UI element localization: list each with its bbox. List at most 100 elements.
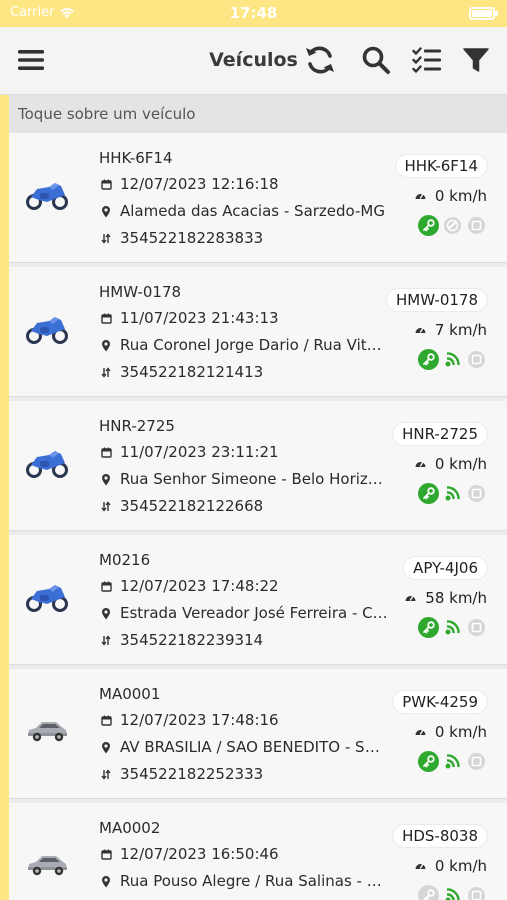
address-text: Rua Coronel Jorge Dario / Rua Vitó… [120, 336, 390, 354]
vehicle-name: M0216 [99, 551, 151, 569]
speedometer-icon [414, 723, 427, 741]
search-button[interactable] [359, 43, 393, 77]
hint-banner: Toque sobre um veículo [9, 95, 507, 133]
output-block-icon [466, 215, 487, 236]
status-indicators [418, 617, 487, 638]
refresh-icon [306, 46, 334, 74]
menu-button[interactable] [14, 43, 48, 77]
datetime-row: 11/07/2023 23:11:21 [99, 443, 279, 461]
address-text: Alameda das Acacias - Sarzedo-MG [120, 202, 385, 220]
gps-signal-icon [442, 483, 463, 504]
address-text: Estrada Vereador José Ferreira - Cont… [120, 604, 390, 622]
imei-row: 354522182252333 [99, 765, 263, 783]
search-icon [362, 46, 390, 74]
arrows-up-down-icon [99, 231, 113, 245]
output-block-icon [466, 617, 487, 638]
imei-text: 354522182283833 [120, 229, 264, 247]
filter-icon [463, 48, 489, 72]
plate-badge: HNR-2725 [393, 423, 487, 445]
output-block-icon [466, 751, 487, 772]
speed-text: 0 km/h [434, 187, 487, 205]
address-row: Estrada Vereador José Ferreira - Cont… [99, 604, 390, 622]
address-row: Rua Coronel Jorge Dario / Rua Vitó… [99, 336, 390, 354]
clock: 17:48 [229, 4, 278, 22]
speed-readout: 0 km/h [414, 455, 487, 473]
speed-readout: 0 km/h [414, 187, 487, 205]
status-indicators [418, 751, 487, 772]
datetime-text: 11/07/2023 23:11:21 [120, 443, 279, 461]
plate-badge: HDS-8038 [393, 825, 487, 847]
nav-bar: Veículos [0, 27, 507, 95]
output-block-icon [466, 349, 487, 370]
vehicle-name: MA0001 [99, 685, 161, 703]
ignition-key-icon [418, 751, 439, 772]
speed-text: 7 km/h [434, 321, 487, 339]
address-text: Rua Pouso Alegre / Rua Salinas - Bel… [120, 872, 390, 890]
arrows-up-down-icon [99, 767, 113, 781]
vehicle-card[interactable]: MA0002 12/07/2023 16:50:46 Rua Pouso Alegr… [9, 803, 507, 900]
vehicle-card[interactable]: MA0001 12/07/2023 17:48:16 AV BRASILIA / S… [9, 669, 507, 799]
motorcycle-icon [25, 582, 69, 612]
address-text: Rua Senhor Simeone - Belo Horizon… [120, 470, 390, 488]
motorcycle-icon [25, 314, 69, 344]
ignition-key-icon [418, 349, 439, 370]
status-indicators [418, 885, 487, 900]
vehicle-name: HHK-6F14 [99, 149, 173, 167]
speed-text: 0 km/h [434, 455, 487, 473]
address-row: AV BRASILIA / SAO BENEDITO - SAN… [99, 738, 390, 756]
vehicle-card[interactable]: HNR-2725 11/07/2023 23:11:21 Rua Senhor Si… [9, 401, 507, 531]
checklist-button[interactable] [410, 43, 444, 77]
location-pin-icon [99, 204, 113, 218]
vehicle-card[interactable]: HMW-0178 11/07/2023 21:43:13 Rua Coronel J… [9, 267, 507, 397]
no-signal-icon [442, 215, 463, 236]
imei-row: 354522182283833 [99, 229, 263, 247]
calendar-icon [99, 445, 113, 459]
vehicle-card[interactable]: HHK-6F14 12/07/2023 12:16:18 Alameda das A… [9, 133, 507, 263]
calendar-icon [99, 311, 113, 325]
arrows-up-down-icon [99, 365, 113, 379]
datetime-row: 12/07/2023 17:48:22 [99, 577, 279, 595]
refresh-button[interactable] [303, 43, 337, 77]
motorcycle-icon [25, 448, 69, 478]
battery-icon [469, 7, 498, 20]
status-indicators [418, 483, 487, 504]
speedometer-icon [414, 857, 427, 875]
address-row: Alameda das Acacias - Sarzedo-MG [99, 202, 385, 220]
vehicle-name: MA0002 [99, 819, 161, 837]
ignition-key-icon [418, 885, 439, 900]
plate-badge: HMW-0178 [386, 289, 487, 311]
status-bar: Carrier 17:48 [0, 0, 507, 27]
gps-signal-icon [442, 751, 463, 772]
datetime-row: 12/07/2023 17:48:16 [99, 711, 279, 729]
plate-badge: HHK-6F14 [395, 155, 487, 177]
speedometer-icon [414, 321, 427, 339]
datetime-text: 12/07/2023 17:48:16 [120, 711, 279, 729]
imei-row: 354522182239314 [99, 631, 263, 649]
location-pin-icon [99, 874, 113, 888]
imei-text: 354522182122668 [120, 497, 264, 515]
datetime-row: 12/07/2023 12:16:18 [99, 175, 279, 193]
vehicle-card[interactable]: M0216 12/07/2023 17:48:22 Estrada Vereador… [9, 535, 507, 665]
speed-readout: 7 km/h [414, 321, 487, 339]
calendar-icon [99, 713, 113, 727]
imei-row: 354522182121413 [99, 363, 263, 381]
location-pin-icon [99, 606, 113, 620]
ignition-key-icon [418, 483, 439, 504]
filter-button[interactable] [459, 43, 493, 77]
datetime-text: 12/07/2023 16:50:46 [120, 845, 279, 863]
vehicle-name: HNR-2725 [99, 417, 175, 435]
motorcycle-icon [25, 180, 69, 210]
location-pin-icon [99, 338, 113, 352]
speed-readout: 0 km/h [414, 723, 487, 741]
speedometer-icon [414, 455, 427, 473]
accent-bar [0, 95, 9, 900]
imei-text: 354522182252333 [120, 765, 264, 783]
datetime-text: 12/07/2023 12:16:18 [120, 175, 279, 193]
hamburger-icon [18, 50, 44, 70]
checklist-icon [412, 47, 441, 73]
ignition-key-icon [418, 617, 439, 638]
plate-badge: PWK-4259 [393, 691, 487, 713]
arrows-up-down-icon [99, 633, 113, 647]
speedometer-icon [404, 589, 417, 607]
speedometer-icon [414, 187, 427, 205]
